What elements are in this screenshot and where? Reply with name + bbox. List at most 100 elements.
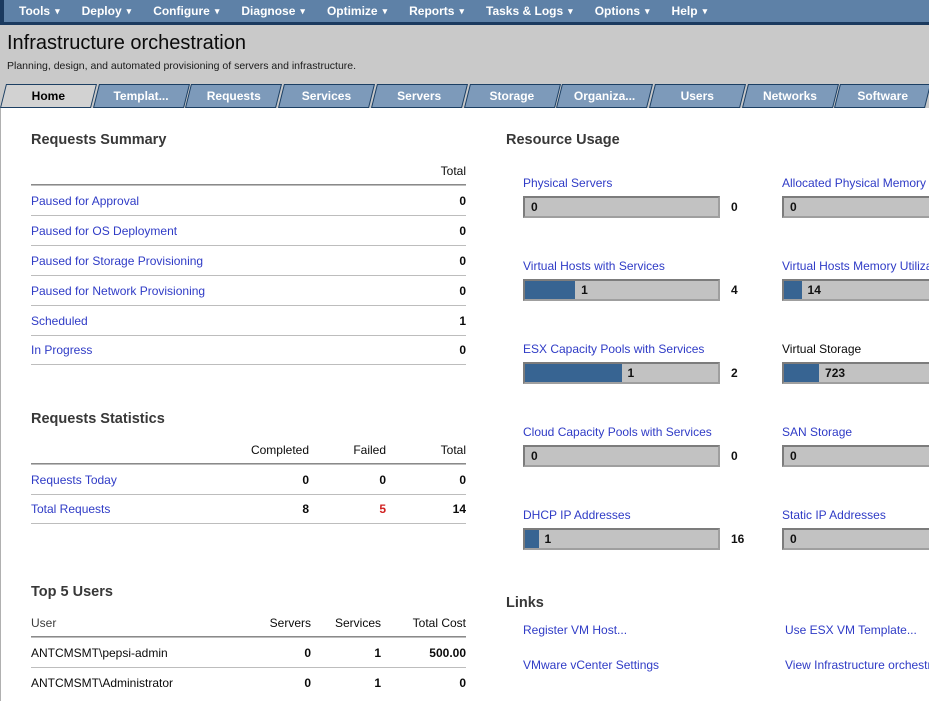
cell-total: 1 (406, 314, 466, 328)
cell-total: 0 (406, 254, 466, 268)
gauge-fill (525, 364, 622, 382)
link-physical-servers[interactable]: Physical Servers (523, 176, 782, 190)
page-header: Infrastructure orchestration Planning, d… (0, 25, 929, 84)
gauge-value: 723 (825, 366, 845, 380)
cell-failed: 0 (309, 473, 386, 487)
menu-reports[interactable]: Reports ▾ (400, 4, 477, 18)
link-use-esx-vm-template[interactable]: Use ESX VM Template... (785, 623, 929, 637)
table-header-row: User Servers Services Total Cost (31, 610, 466, 637)
cell-services: 1 (311, 676, 381, 690)
tab-software[interactable]: Software (836, 84, 929, 108)
menu-deploy[interactable]: Deploy▾ (73, 4, 145, 18)
tab-strip: Home Templat... Requests Services Server… (0, 84, 929, 108)
menu-optimize[interactable]: Optimize▾ (318, 4, 400, 18)
cell-failed: 5 (309, 502, 386, 516)
gauge-bar: 0 (782, 528, 929, 550)
link-vmware-vcenter-settings[interactable]: VMware vCenter Settings (523, 658, 785, 672)
tab-requests[interactable]: Requests (187, 84, 280, 108)
tab-organizations[interactable]: Organiza... (558, 84, 651, 108)
menu-label: Tasks & Logs (486, 4, 563, 18)
cell-user: ANTCMSMT\Administrator (31, 676, 223, 690)
gauge-bar: 0 (782, 445, 929, 467)
gauge-value: 1 (545, 532, 552, 546)
tab-services[interactable]: Services (280, 84, 373, 108)
tab-label: Home (2, 84, 95, 108)
table-row: ANTCMSMT\Administrator 0 1 0 (31, 667, 466, 697)
gauge-fill (525, 281, 575, 299)
link-total-requests[interactable]: Total Requests (31, 502, 110, 516)
link-cloud-capacity-pools[interactable]: Cloud Capacity Pools with Services (523, 425, 782, 439)
tab-home[interactable]: Home (2, 84, 95, 108)
tab-storage[interactable]: Storage (466, 84, 559, 108)
menu-label: Tools (19, 4, 50, 18)
link-requests-today[interactable]: Requests Today (31, 473, 117, 487)
table-row: ANTCMSMT\pepsi-admin 0 1 500.00 (31, 637, 466, 667)
gauge-value: 0 (531, 200, 538, 214)
link-view-infrastructure-orchestration[interactable]: View Infrastructure orchestration... (785, 658, 929, 672)
link-paused-storage-provisioning[interactable]: Paused for Storage Provisioning (31, 254, 203, 268)
gauge-bar: 723 (782, 362, 929, 384)
resource-usage-title: Resource Usage (506, 132, 929, 148)
link-san-storage[interactable]: SAN Storage (782, 425, 929, 439)
table-row: Requests Today 0 0 0 (31, 464, 466, 494)
gauge-value: 0 (531, 449, 538, 463)
link-paused-approval[interactable]: Paused for Approval (31, 194, 139, 208)
table-row: Scheduled 1 (31, 305, 466, 335)
cell-completed: 8 (219, 502, 309, 516)
cell-completed: 0 (219, 473, 309, 487)
link-paused-os-deployment[interactable]: Paused for OS Deployment (31, 224, 177, 238)
chevron-down-icon: ▾ (459, 6, 464, 17)
menu-help[interactable]: Help▾ (663, 4, 721, 18)
link-paused-network-provisioning[interactable]: Paused for Network Provisioning (31, 284, 205, 298)
column-header-failed: Failed (309, 443, 386, 457)
top-users-title: Top 5 Users (31, 584, 466, 600)
gauge-bar: 1 (523, 362, 720, 384)
menu-diagnose[interactable]: Diagnose▾ (232, 4, 318, 18)
menu-tasks-logs[interactable]: Tasks & Logs ▾ (477, 4, 586, 18)
cell-total: 0 (406, 343, 466, 357)
menu-tools[interactable]: Tools▾ (10, 4, 73, 18)
tab-label: Templat... (95, 84, 188, 108)
link-virtual-hosts-services[interactable]: Virtual Hosts with Services (523, 259, 782, 273)
table-row: Paused for Network Provisioning 0 (31, 275, 466, 305)
tab-users[interactable]: Users (651, 84, 744, 108)
link-esx-capacity-pools[interactable]: ESX Capacity Pools with Services (523, 342, 782, 356)
gauge-bar: 0 (523, 445, 720, 467)
menu-label: Configure (153, 4, 210, 18)
tab-label: Organiza... (558, 84, 651, 108)
cell-servers: 0 (223, 646, 311, 660)
gauge-san-storage: SAN Storage 0 (782, 425, 929, 471)
table-header-row: Completed Failed Total (31, 437, 466, 464)
requests-statistics-table: Completed Failed Total Requests Today 0 … (31, 437, 466, 524)
virtual-storage-label: Virtual Storage (782, 342, 929, 356)
menu-label: Reports (409, 4, 454, 18)
menu-options[interactable]: Options▾ (586, 4, 663, 18)
gauge-physical-servers: Physical Servers 0 0 (523, 176, 782, 222)
gauge-value: 1 (581, 283, 588, 297)
link-dhcp-ip[interactable]: DHCP IP Addresses (523, 508, 782, 522)
menu-configure[interactable]: Configure▾ (144, 4, 232, 18)
menu-label: Deploy (82, 4, 122, 18)
tab-label: Servers (373, 84, 466, 108)
link-static-ip[interactable]: Static IP Addresses (782, 508, 929, 522)
tab-templates[interactable]: Templat... (95, 84, 188, 108)
column-header-completed: Completed (219, 443, 309, 457)
chevron-down-icon: ▾ (300, 6, 305, 17)
table-row: Paused for Approval 0 (31, 185, 466, 215)
tab-networks[interactable]: Networks (744, 84, 837, 108)
chevron-down-icon: ▾ (568, 6, 573, 17)
link-scheduled[interactable]: Scheduled (31, 314, 88, 328)
requests-summary-section: Requests Summary Total Paused for Approv… (31, 132, 466, 365)
link-register-vm-host[interactable]: Register VM Host... (523, 623, 785, 637)
link-allocated-physical-memory[interactable]: Allocated Physical Memory (782, 176, 929, 190)
link-in-progress[interactable]: In Progress (31, 343, 92, 357)
gauge-value: 0 (790, 449, 797, 463)
cell-servers: 0 (223, 676, 311, 690)
gauge-value: 0 (790, 532, 797, 546)
tab-label: Software (836, 84, 929, 108)
table-row: Paused for Storage Provisioning 0 (31, 245, 466, 275)
table-header-row: Total (31, 158, 466, 185)
tab-servers[interactable]: Servers (373, 84, 466, 108)
gauge-allocated-physical-memory: Allocated Physical Memory 0 (782, 176, 929, 222)
link-virtual-hosts-memory[interactable]: Virtual Hosts Memory Utilization (782, 259, 929, 273)
